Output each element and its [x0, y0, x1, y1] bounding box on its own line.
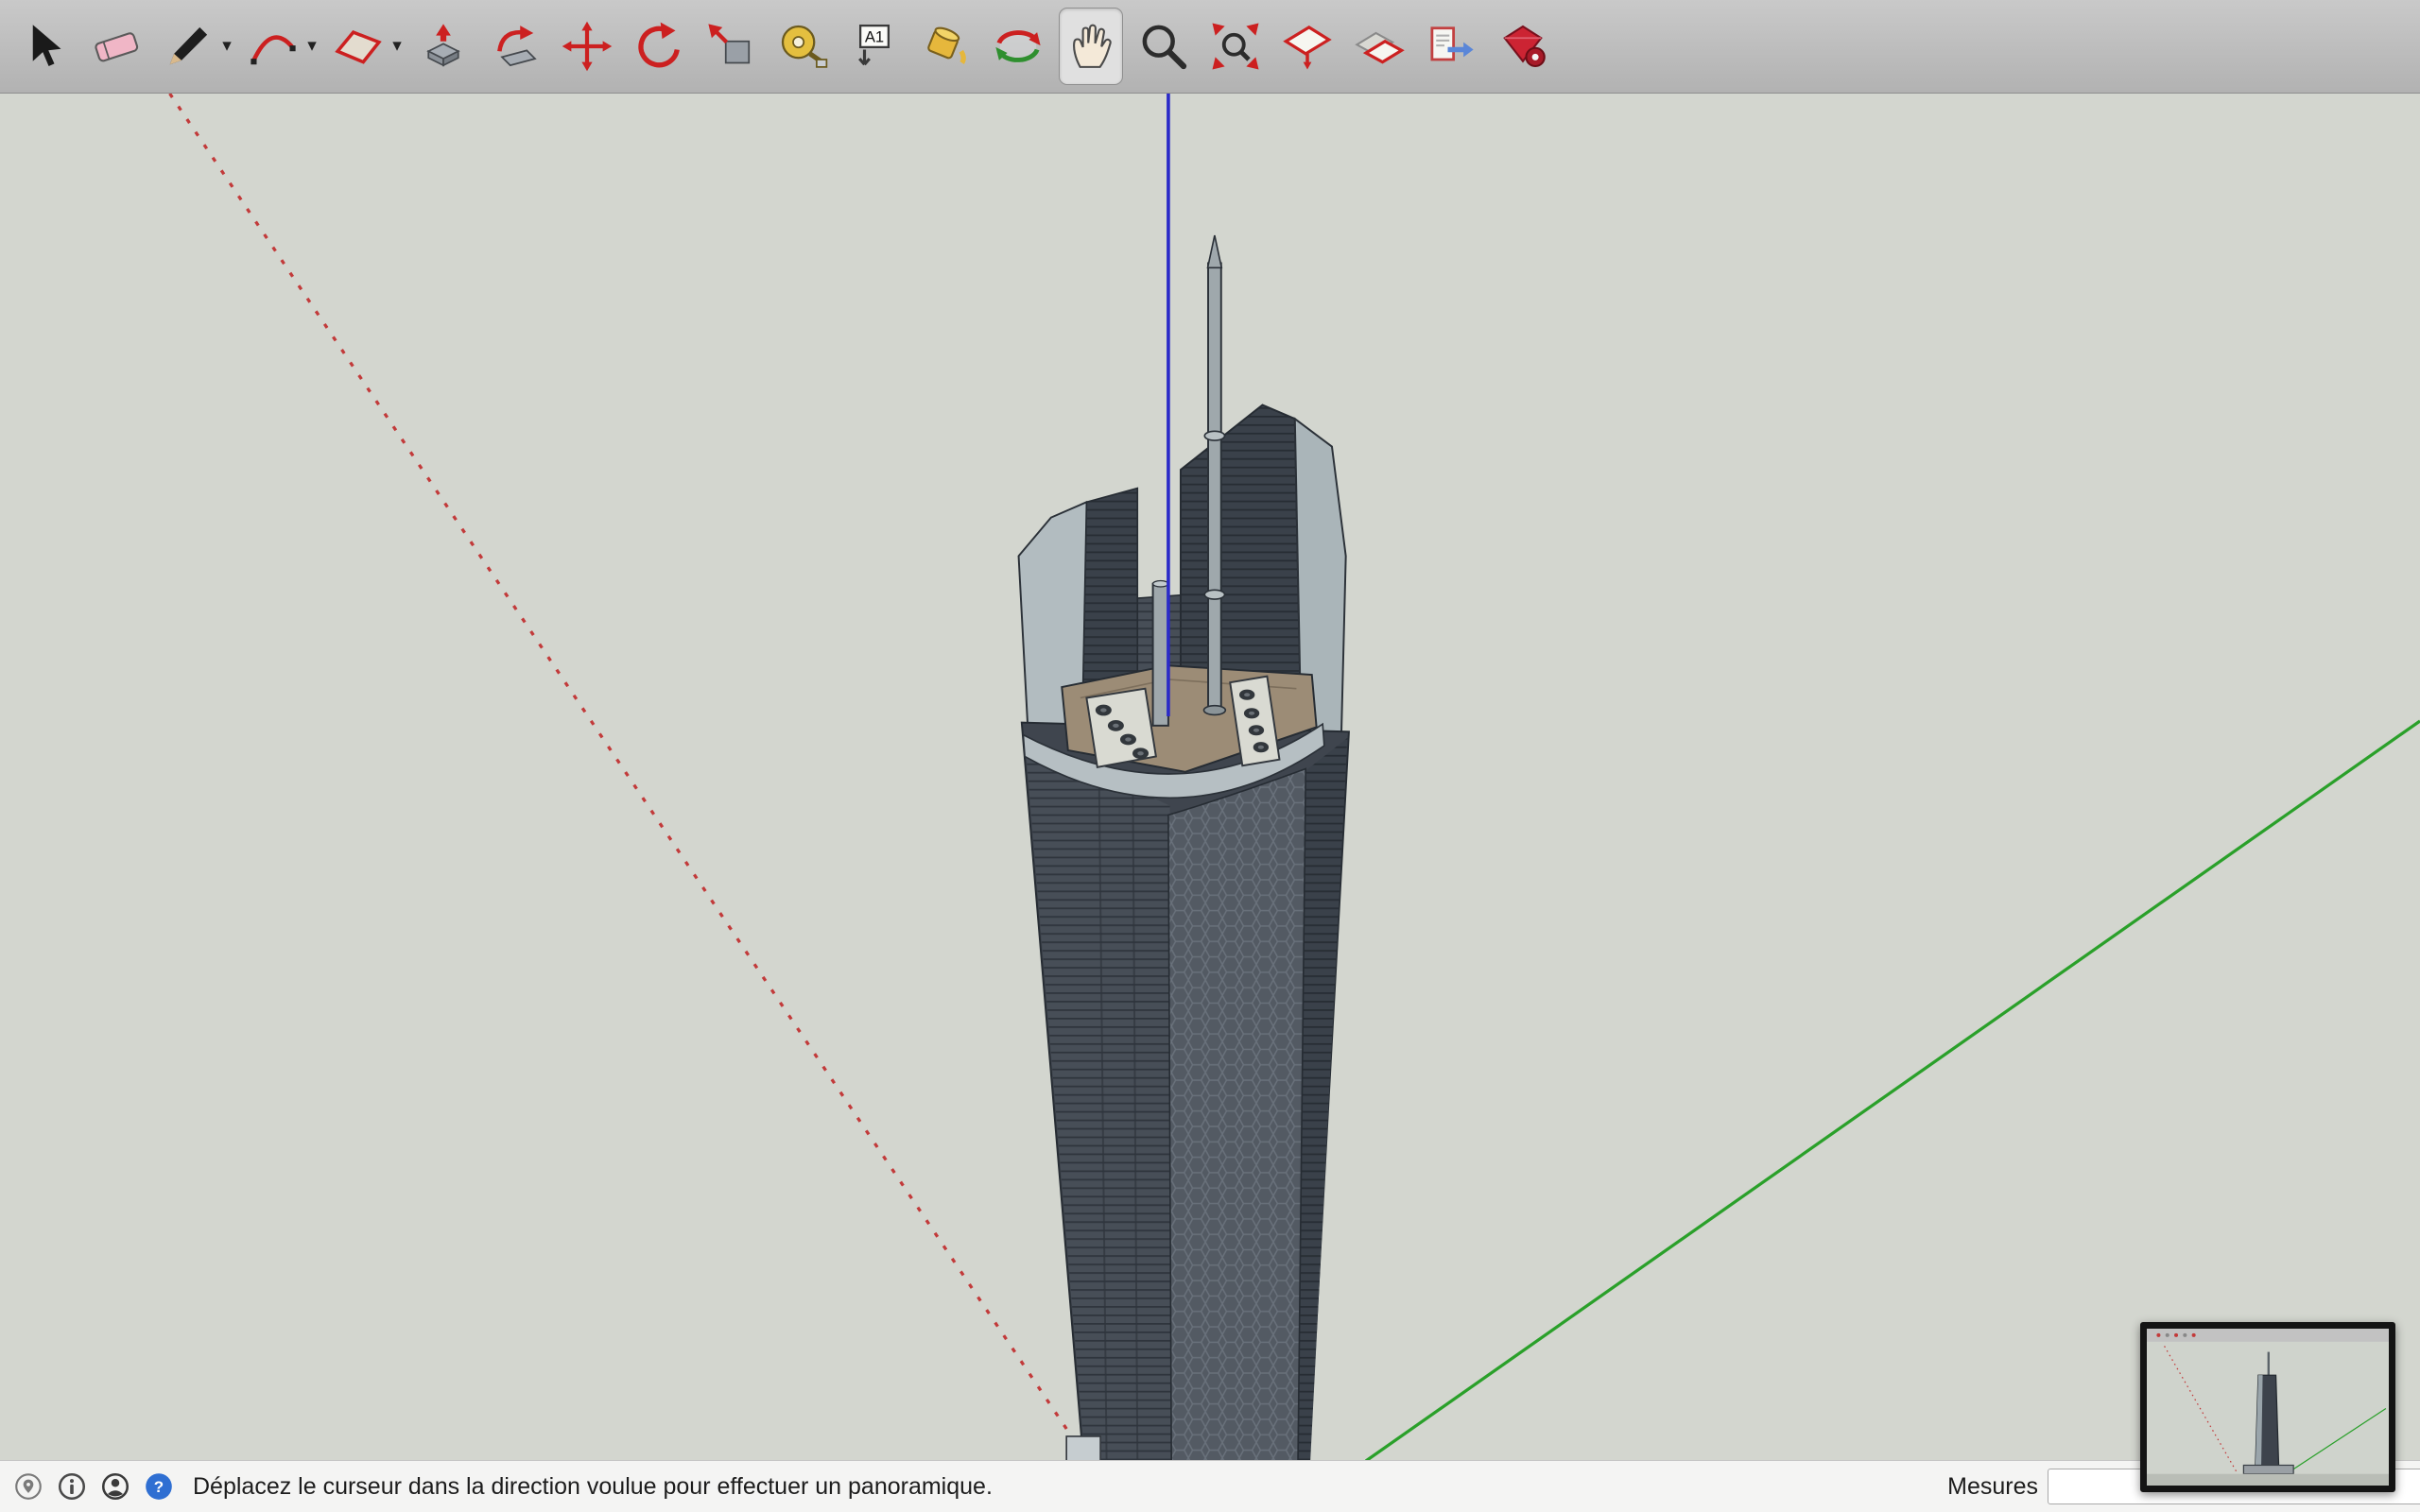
zoom-tool-button[interactable]	[1132, 9, 1195, 84]
text-dimension-icon: A1	[848, 20, 901, 73]
measurements-label: Mesures	[1947, 1473, 2038, 1501]
arc-icon	[247, 20, 300, 73]
move-tool-button[interactable]	[556, 9, 618, 84]
sketchup-gem-gear-icon	[1496, 20, 1549, 73]
sketchup-window: ▾ ▾ ▾	[0, 0, 2420, 1512]
pan-tool-button[interactable]	[1059, 8, 1123, 85]
svg-text:A1: A1	[865, 28, 884, 46]
help-icon: ?	[143, 1470, 175, 1503]
export-tool-button[interactable]	[1420, 9, 1482, 84]
roof-vent-left[interactable]	[1086, 689, 1155, 767]
move-icon	[561, 20, 614, 73]
user-account-icon	[99, 1470, 131, 1503]
sign-in-button[interactable]	[98, 1469, 132, 1503]
eraser-tool-button[interactable]	[85, 9, 147, 84]
export-document-icon	[1425, 20, 1478, 73]
zoom-extents-tool-button[interactable]	[1204, 9, 1267, 84]
select-tool-button[interactable]	[13, 9, 76, 84]
rotate-tool-button[interactable]	[628, 9, 690, 84]
push-pull-tool-button[interactable]	[412, 9, 475, 84]
rectangle-shape-icon	[332, 20, 385, 73]
push-pull-icon	[417, 20, 470, 73]
line-tool-button[interactable]	[157, 9, 219, 84]
follow-me-tool-button[interactable]	[484, 9, 546, 84]
geolocation-button[interactable]	[11, 1469, 45, 1503]
geolocation-icon	[12, 1470, 44, 1503]
model-settings-tool-button[interactable]	[1492, 9, 1554, 84]
follow-me-icon	[489, 20, 542, 73]
pencil-icon	[162, 20, 215, 73]
model-preview-thumbnail	[2147, 1329, 2389, 1486]
section-plane-icon	[1281, 20, 1334, 73]
zoom-magnifier-icon	[1137, 20, 1190, 73]
credits-button[interactable]	[55, 1469, 89, 1503]
pan-hand-icon	[1064, 20, 1117, 73]
info-icon	[56, 1470, 88, 1503]
viewport-canvas[interactable]	[0, 94, 2420, 1461]
section-plane-tool-button[interactable]	[1276, 9, 1339, 84]
help-button[interactable]: ?	[142, 1469, 176, 1503]
arc-tool-button[interactable]	[242, 9, 304, 84]
section-display-icon	[1353, 20, 1406, 73]
arc-tool-dropdown[interactable]: ▾	[304, 9, 320, 84]
status-message: Déplacez le curseur dans la direction vo…	[193, 1473, 993, 1501]
status-icons: ?	[11, 1469, 176, 1503]
svg-text:?: ?	[154, 1478, 164, 1496]
paint-bucket-icon	[920, 20, 973, 73]
select-arrow-icon	[18, 20, 71, 73]
text-tool-button[interactable]: A1	[843, 9, 906, 84]
orbit-icon	[992, 20, 1045, 73]
rotate-icon	[632, 20, 685, 73]
line-tool-dropdown[interactable]: ▾	[219, 9, 234, 84]
main-toolbar: ▾ ▾ ▾	[0, 0, 2420, 94]
tape-measure-icon	[776, 20, 829, 73]
section-display-tool-button[interactable]	[1348, 9, 1410, 84]
model-preview-panel[interactable]	[2140, 1322, 2395, 1492]
shapes-tool-dropdown[interactable]: ▾	[389, 9, 405, 84]
tower-model[interactable]	[1019, 235, 1349, 1461]
tape-measure-tool-button[interactable]	[771, 9, 834, 84]
short-antenna-mast[interactable]	[1153, 581, 1168, 726]
paint-bucket-tool-button[interactable]	[915, 9, 977, 84]
scale-tool-button[interactable]	[700, 9, 762, 84]
eraser-icon	[90, 20, 143, 73]
scale-icon	[704, 20, 757, 73]
zoom-extents-icon	[1209, 20, 1262, 73]
shapes-tool-button[interactable]	[327, 9, 389, 84]
red-axis-dotted	[170, 94, 1088, 1461]
modeling-viewport[interactable]	[0, 94, 2420, 1461]
status-bar: ? Déplacez le curseur dans la direction …	[0, 1460, 2420, 1512]
orbit-tool-button[interactable]	[987, 9, 1049, 84]
